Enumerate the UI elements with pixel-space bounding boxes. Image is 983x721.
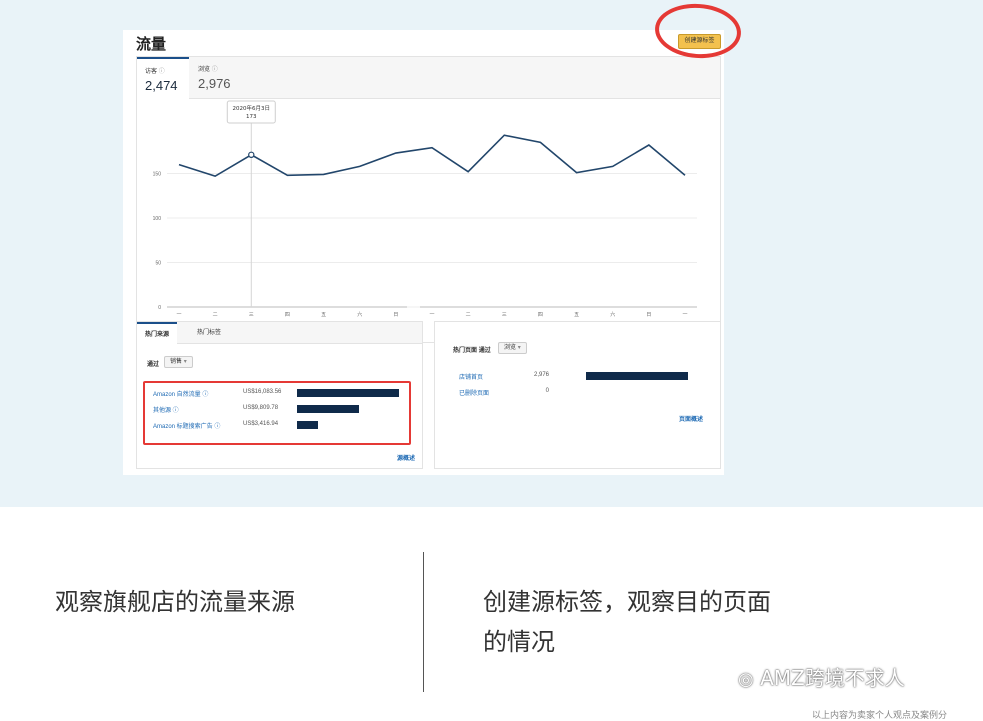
source-bar [297,421,318,429]
pages-title-text: 热门页面 [453,348,478,354]
info-icon: ⓘ [211,67,218,73]
data-point-highlight [248,151,255,159]
source-bar [297,405,359,413]
brand-text: AMZ跨境不求人 [760,666,905,690]
pages-title: 热门页面 通过 [453,345,491,354]
x-tick-label: 三 [502,312,507,318]
brand-watermark: ◎ AMZ跨境不求人 [738,662,905,691]
y-tick-label: 100 [153,216,162,222]
pages-by-label: 通过 [478,348,491,354]
x-tick-label: 日 [393,312,398,318]
pages-metric-value: 浏览 [504,345,517,351]
sources-by-label: 通过 [147,362,160,368]
x-tick-label: 二 [466,312,471,318]
x-tick-label: 五 [574,312,579,318]
wechat-icon: ◎ [738,669,754,690]
x-tick-label: 二 [213,312,218,318]
page-value: 0 [545,388,549,394]
sources-metric-dropdown[interactable]: 销售 ▾ [164,356,193,368]
x-tick-label: 六 [357,311,362,318]
divider [423,552,424,692]
visitors-series-line [178,134,686,178]
source-amount: US$16,083.56 [243,389,282,395]
tab-top-sources[interactable]: 热门来源 [137,322,178,344]
x-tick-label: 一 [176,312,181,318]
tooltip-date: 2020年6月3日 [233,104,270,112]
chevron-down-icon: ▾ [517,345,521,351]
traffic-chart-card: 访客 ⓘ 2,474 浏览 ⓘ 2,976 0 50 100 150 一 二 三 四 五 六 日 一 二… [136,56,721,343]
source-name-link[interactable]: Amazon 自然流量 ⓘ [153,389,208,398]
page-value: 2,976 [533,372,549,378]
page-name-link[interactable]: 店铺首页 [459,372,483,381]
x-tick-label: 三 [249,312,254,318]
top-pages-card: 热门页面 通过 浏览 ▾ 店铺首页 2,976 已删除页面 0 页面概述 [434,321,721,469]
x-tick-label: 四 [285,312,290,318]
y-tick-label: 0 [158,305,161,311]
traffic-line-chart: 050100150一二三四五六日一二三四五六日一6月 01 — 6月 076月 … [153,100,697,328]
page-name-link[interactable]: 已删除页面 [459,388,489,397]
x-tick-label: 四 [538,312,543,318]
source-name-link[interactable]: 其他源 ⓘ [153,405,179,414]
source-name-link[interactable]: Amazon 标题搜索广告 ⓘ [153,421,220,430]
chevron-down-icon: ▾ [183,359,187,365]
footer-note: 以上内容为卖家个人观点及案例分 [812,710,948,720]
source-amount: US$3,416.94 [243,421,279,427]
source-bar [297,389,399,397]
page-bar [586,372,688,380]
x-tick-label: 五 [321,312,326,318]
source-amount: US$9,809.78 [243,405,279,411]
metric-tabs: 访客 ⓘ 2,474 浏览 ⓘ 2,976 [137,57,720,99]
y-tick-label: 150 [153,172,162,178]
pages-metric-dropdown[interactable]: 浏览 ▾ [498,342,527,354]
caption-left: 观察旗舰店的流量来源 [55,588,295,616]
y-tick-label: 50 [155,261,161,267]
x-tick-label: 一 [682,312,687,318]
pages-overview-link[interactable]: 页面概述 [679,414,703,423]
page-title: 流量 [136,36,167,53]
sources-overview-link[interactable]: 源概述 [397,453,415,462]
sources-tabs: 热门来源 热门标签 [137,322,422,344]
tab-top-tags[interactable]: 热门标签 [189,322,229,344]
tab-views-label: 浏览 [198,67,211,73]
tab-visitors[interactable]: 访客 ⓘ 2,474 [137,57,189,99]
top-sources-card: 热门来源 热门标签 通过 销售 ▾ Amazon 自然流量 ⓘ US$16,083… [136,321,423,469]
x-tick-label: 一 [429,312,434,318]
sources-metric-value: 销售 [170,359,183,365]
tooltip-value: 173 [246,114,257,120]
tab-views-value: 2,976 [198,76,231,91]
tab-views[interactable]: 浏览 ⓘ 2,976 [190,57,242,99]
tab-visitors-value: 2,474 [145,78,178,93]
info-icon: ⓘ [158,69,165,75]
traffic-dashboard-screenshot: 流量 创建源标签 访客 ⓘ 2,474 浏览 ⓘ 2,976 0 50 100 150… [123,30,724,475]
caption-right: 创建源标签，观察目的页面的情况 [483,588,771,656]
x-tick-label: 六 [610,311,615,318]
tab-visitors-label: 访客 [145,69,158,75]
x-tick-label: 日 [646,312,651,318]
